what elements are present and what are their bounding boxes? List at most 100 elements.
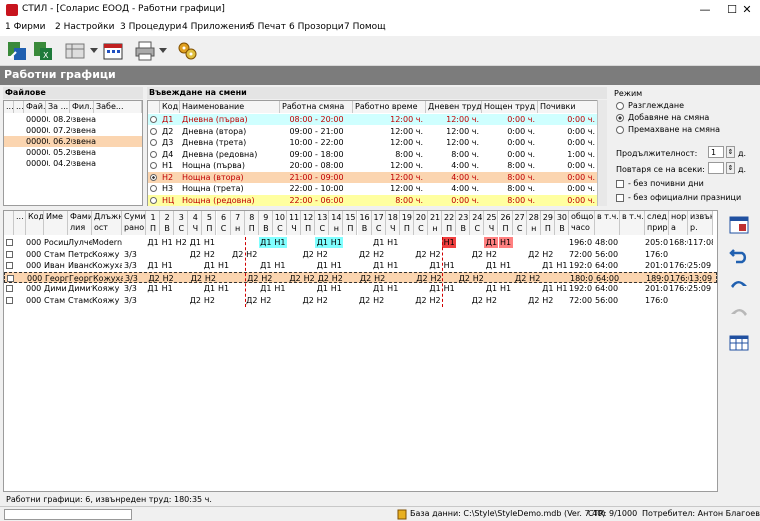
- schedule-cell[interactable]: Н2: [428, 295, 442, 306]
- totals-header[interactable]: извън р.: [688, 211, 713, 235]
- menu-procedures[interactable]: 3 Процедури: [120, 22, 181, 32]
- schedule-cell[interactable]: Н1: [442, 283, 456, 294]
- totals-header[interactable]: общо часо: [569, 211, 595, 235]
- table-row[interactable]: Д4 Дневна (редовна) 09:00 - 18:00 8:00 ч. 8:…: [148, 148, 598, 160]
- schedule-cell[interactable]: Н2: [302, 273, 316, 284]
- row-radio[interactable]: [150, 116, 157, 123]
- schedule-cell[interactable]: Д1: [541, 283, 555, 294]
- schedule-cell[interactable]: Д2: [188, 295, 202, 306]
- status-input[interactable]: [4, 509, 132, 520]
- schedule-cell[interactable]: Н2: [373, 273, 387, 284]
- schedule-cell[interactable]: Д1: [428, 260, 442, 271]
- row-checkbox[interactable]: [6, 262, 13, 269]
- schedule-cell[interactable]: Д2: [470, 295, 484, 306]
- table-row[interactable]: 000 Стам Стамс Кояжу 3/3 Д2 Н2 Д2 Н2 Д2 Н2 Д2 Н2 Д2 Н2…: [4, 294, 717, 306]
- schedule-cell[interactable]: Д1: [188, 237, 202, 248]
- schedule-cell[interactable]: Д2: [147, 273, 161, 284]
- column-header[interactable]: Фай...: [24, 101, 46, 113]
- totals-header[interactable]: норм а: [669, 211, 688, 235]
- column-header[interactable]: Код: [26, 211, 44, 235]
- row-checkbox[interactable]: [6, 285, 13, 292]
- schedule-cell[interactable]: Н1: [160, 260, 174, 271]
- schedule-cell[interactable]: Н2: [330, 273, 344, 284]
- schedule-cell[interactable]: Н2: [541, 295, 555, 306]
- column-header[interactable]: Име: [44, 211, 68, 235]
- schedule-cell[interactable]: Д1: [315, 237, 330, 248]
- column-header[interactable]: Суми- рано: [122, 211, 146, 235]
- schedule-cell[interactable]: Д1: [258, 237, 273, 248]
- schedule-cell[interactable]: Н1: [555, 260, 569, 271]
- table-row[interactable]: 000 Росиц Лулче Modern Д1 Н1 Н2 Д1 Н1 Д1 Н1 Д1 Н1 Д1 Н…: [4, 237, 717, 248]
- schedule-cell[interactable]: Н2: [429, 273, 443, 284]
- column-header[interactable]: Нощен труд: [482, 101, 538, 113]
- list-item[interactable]: 00000. 08.201звена:: [4, 114, 142, 125]
- column-header[interactable]: Фами лия: [68, 211, 92, 235]
- schedule-cell[interactable]: Д1: [315, 283, 329, 294]
- row-radio[interactable]: [150, 173, 157, 181]
- list-item[interactable]: 00000. 04.201звена:: [4, 158, 142, 169]
- schedule-cell[interactable]: Д2: [231, 249, 245, 260]
- column-header[interactable]: ...: [14, 101, 24, 113]
- schedule-cell[interactable]: Д2: [470, 249, 484, 260]
- schedule-cell[interactable]: Д2: [316, 273, 330, 284]
- schedule-cell[interactable]: Д1: [372, 260, 386, 271]
- column-header[interactable]: Дневен труд: [426, 101, 482, 113]
- calendar-icon[interactable]: [102, 40, 124, 62]
- column-header[interactable]: ...: [4, 101, 14, 113]
- no-holidays-checkbox[interactable]: [616, 194, 624, 202]
- schedule-cell[interactable]: Н2: [203, 273, 217, 284]
- table-row[interactable]: Д1 Дневна (първа) 08:00 - 20:00 12:00 ч. 12:…: [148, 114, 598, 125]
- schedule-cell[interactable]: Н1: [386, 237, 400, 248]
- column-header[interactable]: Работно време: [353, 101, 426, 113]
- menu-applications[interactable]: 4 Приложения: [182, 22, 251, 32]
- menu-windows[interactable]: 6 Прозорци: [289, 22, 344, 32]
- schedule-cell[interactable]: Д2: [189, 273, 203, 284]
- menu-help[interactable]: 7 Помощ: [344, 22, 386, 32]
- schedule-cell[interactable]: Н1: [555, 283, 569, 294]
- import-icon[interactable]: [6, 40, 28, 62]
- repeat-input[interactable]: [708, 162, 724, 174]
- table-row[interactable]: Н3 Нощна (трета) 22:00 - 10:00 12:00 ч. 4:00…: [148, 183, 598, 194]
- menu-print[interactable]: 5 Печат: [249, 22, 286, 32]
- schedule-cell[interactable]: Д2: [415, 273, 429, 284]
- schedule-cell[interactable]: Д1: [372, 237, 386, 248]
- mode-radio[interactable]: [616, 114, 624, 122]
- no-weekends-checkbox[interactable]: [616, 180, 624, 188]
- schedule-cell[interactable]: Д1: [484, 260, 498, 271]
- schedule-cell[interactable]: Н2: [202, 249, 216, 260]
- row-checkbox[interactable]: [6, 239, 13, 246]
- undo-icon[interactable]: [728, 242, 750, 264]
- schedule-cell[interactable]: Д1: [541, 260, 555, 271]
- table-row[interactable]: НЦ Нощна (редовна) 22:00 - 06:00 8:00 ч. 0:0…: [148, 194, 598, 206]
- column-header[interactable]: За ...: [46, 101, 70, 113]
- column-header[interactable]: Наименование: [180, 101, 280, 113]
- schedule-cell[interactable]: Д1: [146, 260, 160, 271]
- column-header[interactable]: [4, 211, 14, 235]
- close-button[interactable]: ✕: [732, 0, 760, 20]
- schedule-cell[interactable]: Д2: [414, 295, 428, 306]
- table-row[interactable]: Д3 Дневна (трета) 10:00 - 22:00 12:00 ч. 12:…: [148, 137, 598, 148]
- table-row[interactable]: Н2 Нощна (втора) 21:00 - 09:00 12:00 ч. 4:00…: [148, 171, 598, 183]
- table-row[interactable]: 000ДимиДимитКояжу3/3Д1Н1Д1Н1Д1Н1Д1Н1Д1Н1…: [4, 283, 717, 294]
- list-item[interactable]: 00000. 05.201звена:: [4, 147, 142, 158]
- row-checkbox[interactable]: [6, 250, 13, 258]
- minimize-button[interactable]: —: [690, 0, 720, 20]
- menu-firms[interactable]: 1 Фирми: [5, 22, 46, 32]
- schedule-cell[interactable]: Н2: [541, 249, 555, 260]
- row-checkbox[interactable]: [6, 296, 13, 304]
- export-excel-icon[interactable]: X: [32, 40, 54, 62]
- column-header[interactable]: Забе...: [94, 101, 142, 113]
- schedule-cell[interactable]: Н2: [260, 273, 274, 284]
- schedule-cell[interactable]: Д2: [245, 295, 259, 306]
- row-radio[interactable]: [150, 150, 157, 158]
- schedule-cell[interactable]: Д2: [358, 295, 372, 306]
- duration-stepper[interactable]: ⇕: [726, 146, 735, 158]
- schedule-cell[interactable]: Д2: [359, 273, 373, 284]
- schedule-cell[interactable]: Н1: [160, 283, 174, 294]
- schedule-cell[interactable]: Д2: [414, 249, 428, 260]
- schedule-cell[interactable]: Н1: [386, 260, 400, 271]
- schedule-cell[interactable]: Н2: [202, 295, 216, 306]
- table-row[interactable]: 000 Стам Петро Кояжу 3/3 Д2 Н2 Д2 Н2 Д2 Н2 Д2 Н2 Д2 Н2…: [4, 248, 717, 260]
- row-radio[interactable]: [150, 139, 157, 146]
- totals-header[interactable]: в т.ч.: [620, 211, 645, 235]
